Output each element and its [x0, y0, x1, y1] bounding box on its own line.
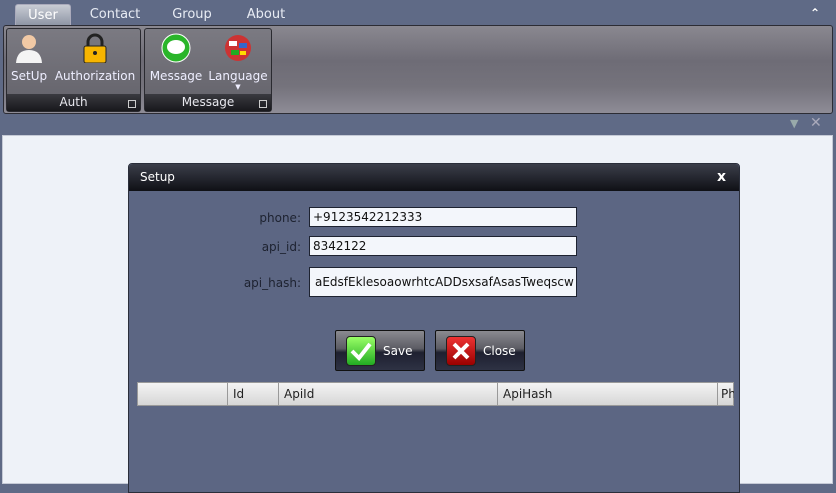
close-button[interactable]: Close [435, 330, 525, 371]
x-icon [446, 336, 476, 366]
dialog-title-bar: Setup x [129, 164, 739, 191]
close-icon[interactable]: x [717, 164, 726, 191]
api-id-label: api_id: [261, 240, 301, 254]
api-hash-input[interactable] [309, 267, 577, 297]
data-grid-header: Id ApiId ApiHash Ph [137, 382, 734, 406]
globe-flags-icon [223, 33, 253, 63]
setup-button[interactable]: SetUp [11, 33, 47, 83]
dialog-title: Setup [140, 170, 175, 184]
column-header-selector[interactable] [138, 383, 227, 405]
language-label: Language [208, 69, 268, 83]
group-message: Message Language ▼ Message [144, 28, 272, 112]
tab-about[interactable]: About [238, 4, 294, 26]
checkmark-icon [346, 336, 376, 366]
api-hash-label: api_hash: [243, 276, 301, 290]
column-header-apihash[interactable]: ApiHash [497, 383, 717, 405]
dialog-launcher-icon[interactable] [128, 100, 136, 108]
save-button[interactable]: Save [335, 330, 425, 371]
column-header-apiid[interactable]: ApiId [278, 383, 497, 405]
group-auth: SetUp Authorization Auth [6, 28, 141, 112]
close-label: Close [483, 344, 516, 358]
user-icon [14, 33, 44, 63]
chat-bubble-icon [161, 33, 191, 63]
column-header-phone[interactable]: Ph [717, 383, 734, 405]
phone-label: phone: [259, 211, 301, 225]
api-id-input[interactable] [309, 236, 577, 256]
pin-dropdown-icon[interactable]: ▼ [790, 117, 798, 130]
dialog-launcher-icon[interactable] [259, 100, 267, 108]
close-document-icon[interactable]: ✕ [810, 115, 822, 131]
tab-user[interactable]: User [15, 4, 71, 26]
authorization-label: Authorization [54, 69, 136, 83]
tab-group[interactable]: Group [164, 4, 220, 26]
authorization-button[interactable]: Authorization [53, 33, 137, 83]
group-label: Auth [7, 94, 140, 111]
column-header-id[interactable]: Id [227, 383, 278, 405]
message-button[interactable]: Message [149, 33, 203, 83]
tab-contact[interactable]: Contact [82, 4, 148, 26]
group-label: Message [145, 94, 271, 111]
setup-label: SetUp [11, 69, 48, 83]
lock-icon [80, 33, 110, 64]
language-button[interactable]: Language ▼ [207, 33, 269, 91]
setup-dialog: Setup x phone: api_id: api_hash: Save Cl… [128, 163, 740, 493]
dropdown-arrow-icon: ▼ [235, 83, 241, 91]
phone-input[interactable] [309, 207, 577, 227]
collapse-ribbon-icon[interactable]: ⌃ [810, 6, 820, 20]
ribbon: SetUp Authorization Auth Message Languag… [3, 25, 833, 114]
message-label: Message [149, 69, 203, 83]
save-label: Save [383, 344, 413, 358]
